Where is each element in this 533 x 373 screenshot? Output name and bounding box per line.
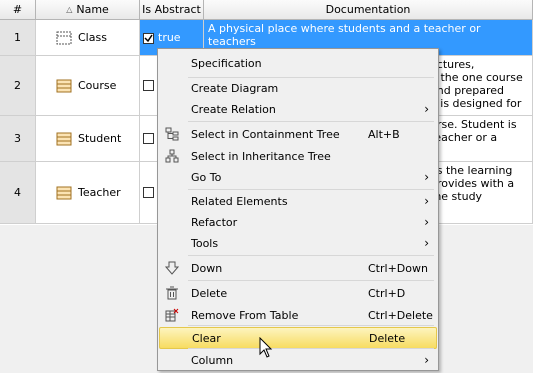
column-header-number[interactable]: # bbox=[0, 0, 36, 20]
inheritance-tree-icon bbox=[165, 149, 179, 163]
menu-shortcut: Ctrl+D bbox=[368, 286, 406, 300]
menu-item-refactor[interactable]: Refactor › bbox=[159, 211, 437, 233]
element-name: Class bbox=[78, 31, 107, 44]
header-label: Is Abstract bbox=[142, 3, 201, 16]
menu-label: Create Relation bbox=[191, 102, 276, 116]
row-number: 1 bbox=[0, 20, 36, 56]
submenu-arrow-icon: › bbox=[424, 170, 429, 184]
menu-label: Go To bbox=[191, 170, 222, 184]
name-cell[interactable]: Student bbox=[36, 116, 140, 162]
abstract-value: true bbox=[158, 31, 181, 44]
name-cell[interactable]: Course bbox=[36, 56, 140, 116]
menu-item-clear[interactable]: Clear Delete bbox=[159, 327, 437, 349]
menu-label: Column bbox=[191, 353, 234, 367]
menu-label: Select in Inheritance Tree bbox=[191, 149, 331, 163]
menu-shortcut: Delete bbox=[369, 331, 406, 345]
element-name: Student bbox=[78, 132, 122, 145]
class-icon bbox=[56, 186, 72, 199]
menu-label: Delete bbox=[191, 286, 228, 300]
column-header-documentation[interactable]: Documentation bbox=[204, 0, 533, 20]
menu-label: Specification bbox=[191, 56, 262, 70]
menu-item-create-relation[interactable]: Create Relation › bbox=[159, 98, 437, 120]
menu-item-tools[interactable]: Tools › bbox=[159, 232, 437, 254]
trash-icon bbox=[166, 286, 178, 300]
menu-item-remove-from-table[interactable]: Remove From Table Ctrl+Delete bbox=[159, 304, 437, 326]
menu-item-specification[interactable]: Specification bbox=[159, 52, 437, 74]
context-menu: Specification Create Diagram Create Rela… bbox=[157, 48, 439, 371]
menu-separator bbox=[188, 121, 434, 122]
row-number: 4 bbox=[0, 162, 36, 224]
header-label: # bbox=[12, 3, 23, 16]
menu-separator bbox=[188, 325, 434, 326]
row-number: 2 bbox=[0, 56, 36, 116]
name-cell[interactable]: Class bbox=[36, 20, 140, 56]
menu-label: Down bbox=[191, 261, 223, 275]
menu-separator bbox=[188, 280, 434, 281]
menu-label: Clear bbox=[192, 331, 221, 345]
menu-item-down[interactable]: Down Ctrl+Down bbox=[159, 257, 437, 279]
menu-item-related-elements[interactable]: Related Elements › bbox=[159, 190, 437, 212]
header-label: Documentation bbox=[325, 3, 411, 16]
menu-item-select-inheritance-tree[interactable]: Select in Inheritance Tree bbox=[159, 145, 437, 167]
submenu-arrow-icon: › bbox=[424, 194, 429, 208]
menu-label: Remove From Table bbox=[191, 308, 299, 322]
checkbox-checked[interactable] bbox=[143, 33, 154, 44]
class-icon bbox=[56, 132, 72, 145]
menu-item-create-diagram[interactable]: Create Diagram bbox=[159, 77, 437, 99]
arrow-down-icon bbox=[165, 261, 179, 275]
menu-label: Related Elements bbox=[191, 194, 288, 208]
checkbox-unchecked[interactable] bbox=[143, 80, 154, 91]
menu-shortcut: Ctrl+Delete bbox=[368, 308, 433, 322]
containment-tree-icon bbox=[165, 127, 179, 141]
submenu-arrow-icon: › bbox=[424, 353, 429, 367]
menu-shortcut: Alt+B bbox=[368, 127, 400, 141]
menu-separator bbox=[188, 255, 434, 256]
header-label: Name bbox=[76, 3, 109, 16]
menu-label: Refactor bbox=[191, 215, 238, 229]
menu-item-go-to[interactable]: Go To › bbox=[159, 166, 437, 188]
menu-label: Select in Containment Tree bbox=[191, 127, 340, 141]
menu-item-delete[interactable]: Delete Ctrl+D bbox=[159, 282, 437, 304]
menu-label: Create Diagram bbox=[191, 81, 279, 95]
element-name: Teacher bbox=[78, 186, 121, 199]
mouse-pointer-icon bbox=[259, 337, 273, 358]
menu-item-select-containment-tree[interactable]: Select in Containment Tree Alt+B bbox=[159, 123, 437, 145]
submenu-arrow-icon: › bbox=[424, 236, 429, 250]
column-header-is-abstract[interactable]: Is Abstract bbox=[140, 0, 204, 20]
row-number: 3 bbox=[0, 116, 36, 162]
menu-item-column[interactable]: Column › bbox=[159, 349, 437, 371]
menu-shortcut: Ctrl+Down bbox=[368, 261, 428, 275]
column-header-name[interactable]: △ Name bbox=[36, 0, 140, 20]
submenu-arrow-icon: › bbox=[424, 102, 429, 116]
name-cell[interactable]: Teacher bbox=[36, 162, 140, 224]
menu-label: Tools bbox=[191, 236, 219, 250]
sort-ascending-icon: △ bbox=[66, 5, 73, 14]
element-name: Course bbox=[78, 79, 117, 92]
checkbox-unchecked[interactable] bbox=[143, 187, 154, 198]
checkbox-unchecked[interactable] bbox=[143, 133, 154, 144]
submenu-arrow-icon: › bbox=[424, 215, 429, 229]
class-icon bbox=[56, 31, 72, 44]
class-icon bbox=[56, 79, 72, 92]
remove-from-table-icon bbox=[165, 308, 179, 322]
